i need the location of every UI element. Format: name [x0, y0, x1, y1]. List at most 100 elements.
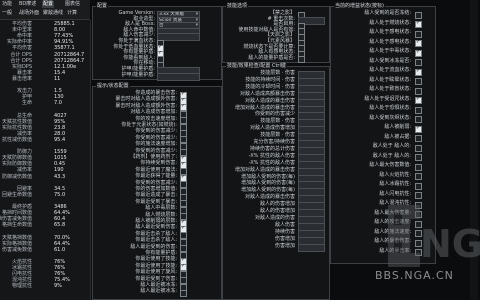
state-label: 你最近使用了旋风:: [135, 269, 177, 276]
skill-option-checkbox[interactable]: [298, 56, 305, 64]
buff-checkbox[interactable]: [415, 11, 422, 19]
buff-checkbox[interactable]: [415, 182, 422, 190]
stat-label: 物理抗性: [11, 283, 32, 290]
stat-value: 11: [54, 75, 61, 82]
stat-label: 合计 DPS: [10, 51, 32, 58]
buff-label: 敌人火焰抗性:: [379, 171, 411, 178]
skill-effect-text: 技能层数 · 伤害: [260, 70, 295, 76]
skill-effect-panel: 技能/效果检查/配置 Ctrl键 技能层数 · 伤害 技能的持续时间 · 伤害 技能…: [222, 64, 330, 300]
tab-battlefield[interactable]: 战场外面: [18, 10, 40, 17]
config-input[interactable]: [157, 72, 200, 81]
buff-label: 敌人处于受诅咒状态:: [364, 95, 411, 102]
buff-checkbox[interactable]: [415, 59, 422, 66]
tab-function[interactable]: 功能: [1, 1, 13, 8]
state-label: 你持续受到伤害:: [140, 160, 177, 167]
skill-effect-input[interactable]: [298, 243, 325, 252]
stat-label: 实际格挡数值: [1, 240, 32, 247]
state-checkbox[interactable]: [180, 289, 187, 297]
buff-label: 敌人处于 敌人的:: [372, 152, 411, 159]
buff-row-label: 敌人处于中毒状态:: [331, 49, 411, 56]
buff-row-label: 敌人受到灰烬状态:: [331, 115, 411, 123]
stat-value: 4027: [54, 112, 67, 119]
state-label: 敌人燃烧层数:: [145, 211, 177, 218]
stat-label: 抗性减伤数值: [1, 136, 32, 143]
stat-label: 减伤率: [16, 167, 32, 174]
state-label: 你受到的伤害减少:: [135, 179, 177, 186]
state-label: 你的攻击速度增加:: [135, 115, 177, 122]
skill-option-text: 敌人的能量护盾是否:: [248, 54, 295, 61]
stat-value: 95%: [54, 118, 66, 125]
buff-label: 敌人受到冰冻是否:: [369, 57, 411, 64]
state-label: 你最近使用了技能:: [135, 256, 177, 263]
stat-row: 物理抗性 9%: [0, 284, 70, 290]
buff-checkbox[interactable]: [415, 116, 422, 123]
buff-checkbox[interactable]: [415, 125, 422, 133]
tab-calc[interactable]: 计算: [66, 10, 78, 17]
watermark-text: BBS.NGA.CN: [375, 269, 454, 282]
buff-row-label: 敌人处于致盲状态:: [331, 87, 411, 94]
skill-effect-text: 敌人的伤害增加: [259, 208, 295, 214]
stat-value: 95.4: [54, 136, 66, 143]
skill-effect-text: 增加敌人受到的伤害(每): [241, 173, 295, 180]
buff-row-label: 敌人火焰抗性:: [331, 171, 411, 180]
buff-checkbox[interactable]: [415, 87, 422, 95]
tab-config[interactable]: 配置: [42, 1, 55, 8]
state-label: 敌人最近被冰冻:: [140, 288, 177, 295]
buff-row-label: 敌人受到的是否冻结:: [331, 11, 411, 18]
buff-row-label: 敌人处于 敌人的:: [331, 152, 411, 161]
state-label: 敌人中毒层数:: [145, 205, 177, 212]
tab-chart[interactable]: 图表信: [64, 1, 81, 8]
buff-checkbox[interactable]: [415, 154, 422, 161]
skill-effect-label: 伤害增加: [223, 243, 295, 251]
state-label: 你最近造成了暴击:: [135, 192, 177, 199]
tab-enemy-link[interactable]: 聚敌通线: [42, 10, 64, 17]
stat-value: 20712864.7: [54, 57, 85, 64]
config-label: 护甲/能量护盾:: [121, 71, 155, 78]
buff-checkbox[interactable]: [415, 78, 422, 85]
buff-checkbox[interactable]: [415, 68, 422, 76]
buff-label: 敌人处于致盲状态:: [369, 86, 411, 92]
buff-checkbox[interactable]: [415, 163, 422, 171]
buff-label: 敌人处于感电状态:: [369, 29, 411, 35]
state-label: 你最近受到了伤害:: [135, 275, 177, 282]
skill-effect-text: 伤害增加: [274, 235, 295, 242]
stat-value: 64.4%: [54, 240, 70, 247]
buff-checkbox[interactable]: [415, 40, 422, 47]
buff-label: 敌人处于燃烧状态:: [369, 19, 411, 26]
buff-row-label: 敌人处于受诅咒状态:: [331, 95, 411, 104]
skill-effect-text: 增加敌人受到的伤害(每): [241, 180, 295, 187]
buff-checkbox[interactable]: [415, 30, 422, 38]
buff-label: 敌人被占据:: [384, 133, 411, 140]
state-row-label: 敌人最近被冰冻:: [93, 289, 177, 296]
buff-row-label: 敌人冰霜抗性:: [331, 182, 411, 189]
stat-label: 实际抗性数值: [1, 124, 32, 131]
state-config-panel: 提示/状态配置 你造成的暴击伤害:暴击时对敌人造成额外伤害:暴击时对敌人造成额外…: [92, 84, 222, 300]
stat-value: 34.5: [54, 185, 66, 192]
buff-checkbox[interactable]: [415, 106, 422, 114]
buff-checkbox[interactable]: [415, 21, 422, 28]
state-label: 暴击时对敌人造成额外伤害:: [115, 96, 177, 103]
stat-label: 实际DPS: [11, 63, 32, 70]
buff-label: 敌人处于感电状态:: [369, 38, 411, 45]
skill-effect-text: -X% 抗性的敌人伤害: [248, 152, 295, 159]
state-label: 你受到的伤害减少:: [135, 147, 177, 154]
skill-effect-text: 技能层数 · 伤害: [260, 118, 295, 125]
buff-checkbox[interactable]: [415, 49, 422, 57]
stat-label: 平均伤害: [11, 45, 32, 52]
tab-general[interactable]: 一般: [1, 10, 13, 17]
state-label: 你最近获得了能量:: [135, 173, 177, 180]
tab-bd-description[interactable]: BD摩述: [18, 1, 37, 8]
buff-checkbox[interactable]: [415, 135, 422, 142]
stat-value: 43.3: [54, 173, 66, 180]
skill-effect-text: 技能层数 · 伤害: [260, 132, 295, 139]
config-panel: 配置 Game Version: 3.xx 大师版 ▾ 职业造型: Scion 贵族 ▾ 敌…: [92, 4, 222, 81]
buff-row-label: 敌人被占据:: [331, 133, 411, 142]
buff-checkbox[interactable]: [415, 173, 422, 180]
buff-checkbox[interactable]: [415, 144, 422, 152]
state-label: 对敌人造成伤害增加:: [130, 109, 177, 116]
stat-value: 70.0%: [54, 234, 70, 241]
buff-label: 敌人被削弱:: [384, 124, 411, 130]
stat-label: 回避生命数值: [1, 191, 32, 198]
skill-options-panel: 技能选项 【禁之影】 # 重击次数: 是否启用: 使用技能对敌人是否有效: 【天启之影】…: [222, 4, 330, 64]
buff-checkbox[interactable]: [415, 97, 422, 104]
